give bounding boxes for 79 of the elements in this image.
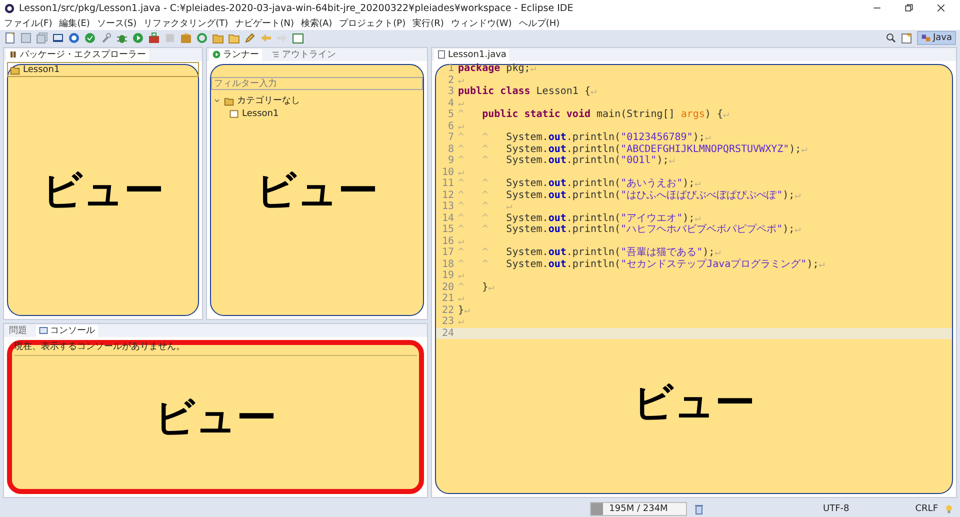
code-line: 3 public class Lesson1 {↵ xyxy=(446,86,598,98)
view-label: ビュー xyxy=(633,379,755,428)
app-icon xyxy=(4,2,15,14)
view-tab[interactable]: 問題 xyxy=(6,324,30,336)
code-line: 16 ↵ xyxy=(440,236,466,247)
view-tab[interactable]: ランナー xyxy=(209,48,262,60)
restore-icon[interactable] xyxy=(904,3,914,13)
code-line: 15 ^ ^ System.out.println("ハヒフヘホバビブベボパピプペポ");↵ xyxy=(440,224,802,236)
heap-status-bar[interactable]: 195M / 234M xyxy=(590,502,687,516)
open-perspective-icon[interactable] xyxy=(900,32,913,44)
code-line: 13 ^ ^ ↵ xyxy=(440,201,514,212)
view-tab[interactable]: パッケージ・エクスプローラー xyxy=(6,48,149,60)
package-tab-icon xyxy=(9,50,18,59)
package-icon[interactable] xyxy=(180,32,192,44)
window-icon[interactable] xyxy=(292,32,304,44)
code-line: 17 ^ ^ System.out.println("吾輩は猫である");↵ xyxy=(440,247,722,258)
code-line: 10 ↵ xyxy=(440,166,466,178)
code-line: 18 ^ ^ System.out.println("セカンドステップJavaプログラミング");↵ xyxy=(440,258,826,270)
menu-item[interactable]: ウィンドウ(W) xyxy=(450,16,512,30)
console-tab-icon xyxy=(39,326,48,335)
java-perspective-icon xyxy=(920,32,931,42)
code-line: 6 ↵ xyxy=(446,120,466,132)
new-file-icon[interactable] xyxy=(4,32,16,44)
view-tab[interactable]: アウトライン xyxy=(268,48,339,60)
menu-item[interactable]: プロジェクト(P) xyxy=(339,16,406,30)
encoding-status: UTF-8 xyxy=(823,504,850,514)
target-icon[interactable] xyxy=(68,32,80,44)
view-label: ビュー xyxy=(256,166,378,216)
chevron-down-icon[interactable] xyxy=(213,96,221,104)
java-file-icon xyxy=(437,50,446,59)
code-line: 9 ^ ^ System.out.println("0O1l");↵ xyxy=(446,155,676,166)
menu-item[interactable]: ファイル(F) xyxy=(4,16,52,30)
code-line: 14 ^ ^ System.out.println("アイウエオ");↵ xyxy=(440,212,702,224)
category-tree-item[interactable]: カテゴリーなし xyxy=(211,94,423,107)
code-line: 20 ^ }↵ xyxy=(440,282,496,293)
run-icon[interactable] xyxy=(132,32,144,44)
filter-field[interactable]: フィルター入力 xyxy=(211,77,423,90)
code-line: 8 ^ ^ System.out.println("ABCDEFGHIJKLMNOPQRSTUVWXYZ");↵ xyxy=(446,144,808,154)
code-line: 5 ^ public static void main(String[] args) {↵ xyxy=(446,109,730,120)
run-tab-icon xyxy=(212,50,221,59)
trash-icon[interactable] xyxy=(693,503,705,515)
window-title: Lesson1/src/pkg/Lesson1.java - C:¥pleiades-2020-03-java-win-64bit-jre_20200322¥pleiades¥workspace - Eclipse IDE xyxy=(19,2,574,14)
code-line: 12 ^ ^ System.out.println("はひふへほばびぶべぼぱぴぷぺぽ");↵ xyxy=(440,190,802,201)
line-delimiter-status: CRLF xyxy=(915,504,938,514)
menu-item[interactable]: ヘルプ(H) xyxy=(518,16,560,30)
check-circle-icon[interactable] xyxy=(84,32,96,44)
class-tree-item[interactable]: Lesson1 xyxy=(211,107,423,120)
menu-item[interactable]: ソース(S) xyxy=(96,16,137,30)
perspective-button[interactable]: Java xyxy=(916,30,956,44)
view-label: ビュー xyxy=(42,166,164,216)
menu-item[interactable]: 実行(R) xyxy=(412,16,444,30)
menu-item[interactable]: 編集(E) xyxy=(59,16,90,30)
view-tab[interactable]: コンソール xyxy=(36,324,98,336)
code-line: 19 ↵ xyxy=(440,270,466,282)
code-line: 23 ↵ xyxy=(440,316,466,328)
code-line: 22 }↵ xyxy=(440,304,472,316)
save-all-icon[interactable] xyxy=(36,32,48,44)
view-label: ビュー xyxy=(154,394,276,442)
menu-item[interactable]: 検索(A) xyxy=(300,16,332,30)
view-tab[interactable]: Lesson1.java xyxy=(434,48,510,60)
code-line: 4 ↵ xyxy=(446,98,466,109)
search-icon[interactable] xyxy=(884,32,897,44)
terminal-icon[interactable] xyxy=(52,32,64,44)
folder-icon xyxy=(224,96,234,106)
code-line: 21 ↵ xyxy=(440,293,466,304)
save-icon[interactable] xyxy=(20,32,32,44)
outline-tab-icon xyxy=(271,50,280,59)
toolbox-icon[interactable] xyxy=(148,32,160,44)
close-icon[interactable] xyxy=(936,3,946,13)
console-message: 現在、表示するコンソールがありません。 xyxy=(14,340,417,356)
project-folder-icon xyxy=(10,64,20,74)
project-tree-item[interactable]: Lesson1 xyxy=(8,63,198,76)
menu-item[interactable]: ナビゲート(N) xyxy=(235,16,294,30)
code-line: 2 ↵ xyxy=(446,74,466,86)
menu-item[interactable]: リファクタリング(T) xyxy=(144,16,228,30)
lightbulb-icon[interactable] xyxy=(944,504,954,514)
code-line: 1 package pkg;↵ xyxy=(446,63,538,74)
code-line: 7 ^ ^ System.out.println("0123456789");↵ xyxy=(446,132,712,144)
code-line: 11 ^ ^ System.out.println("あいうえお");↵ xyxy=(440,178,702,190)
